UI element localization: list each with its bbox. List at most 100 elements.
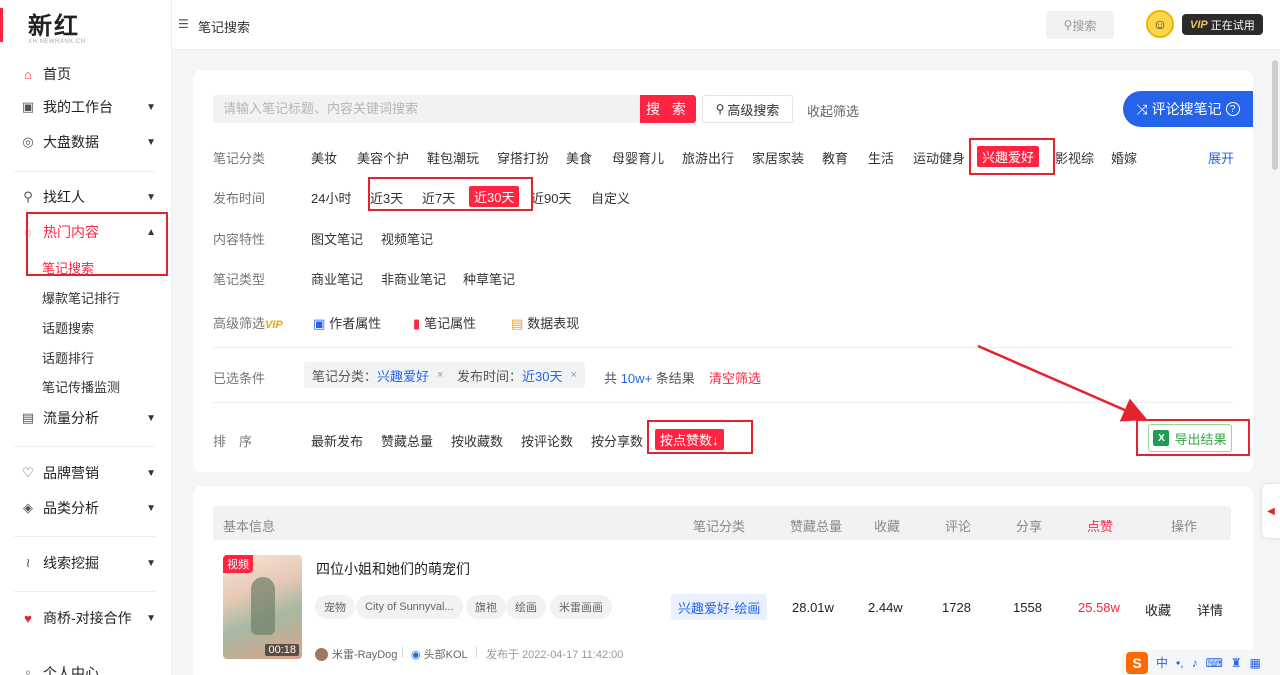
type-option[interactable]: 商业笔记 <box>311 269 363 288</box>
search-button[interactable]: 搜 索 <box>640 95 696 123</box>
sidebar-item-brand[interactable]: ♡ 品牌营销 ▼ <box>20 460 160 486</box>
advanced-filter-label: 高级筛选VIP <box>213 313 283 332</box>
chart-icon: ▤ <box>511 316 524 331</box>
logo[interactable]: 新红 XH.NEWRANK.CN <box>28 6 86 45</box>
chevron-down-icon: ▼ <box>146 101 156 113</box>
advanced-search-button[interactable]: ⚲ 高级搜索 <box>702 95 793 123</box>
sidebar-item-traffic[interactable]: ▤ 流量分析 ▼ <box>20 405 160 431</box>
ime-toolbar[interactable]: S 中 •, ♪ ⌨ ♜ ▦ <box>1122 650 1280 675</box>
divider <box>213 402 1233 403</box>
note-attr-option[interactable]: ▮ 笔记属性 <box>413 313 476 332</box>
category-option[interactable]: 美容个护 <box>357 148 409 167</box>
note-tag[interactable]: 宠物 <box>315 595 355 619</box>
note-tag[interactable]: 米雷画画 <box>550 595 612 619</box>
time-option[interactable]: 近90天 <box>531 188 571 207</box>
category-option[interactable]: 影视综 <box>1055 148 1094 167</box>
column-header[interactable]: 赞藏总量 <box>790 516 842 535</box>
author-info[interactable]: 米雷-RayDog <box>315 646 397 662</box>
category-option[interactable]: 穿搭打扮 <box>497 148 549 167</box>
scrollbar[interactable] <box>1272 60 1278 170</box>
side-collapse-tab[interactable]: ◀ <box>1262 484 1280 538</box>
collapse-filters-link[interactable]: 收起筛选 <box>807 101 859 120</box>
sort-option[interactable]: 按收藏数 <box>451 431 503 450</box>
note-tag[interactable]: 绘画 <box>506 595 546 619</box>
author-icon: ▣ <box>313 316 326 331</box>
sidebar-item-home[interactable]: ⌂ 首页 <box>20 61 160 87</box>
time-option[interactable]: 自定义 <box>591 188 630 207</box>
note-tag[interactable]: 旗袍 <box>466 595 506 619</box>
vip-status-badge[interactable]: VIP 正在试用 <box>1182 14 1263 35</box>
category-option[interactable]: 教育 <box>822 148 848 167</box>
sort-option[interactable]: 赞藏总量 <box>381 431 433 450</box>
sidebar-sub-topic-search[interactable]: 话题搜索 <box>42 318 94 337</box>
category-option[interactable]: 运动健身 <box>913 148 965 167</box>
grid-icon[interactable]: ▦ <box>1250 656 1261 670</box>
note-tag[interactable]: City of Sunnyval... <box>356 595 463 619</box>
data-performance-option[interactable]: ▤ 数据表现 <box>511 313 579 332</box>
time-option[interactable]: 24小时 <box>311 188 351 207</box>
sidebar-item-leads[interactable]: ≀ 线索挖掘 ▼ <box>20 550 160 576</box>
comment-search-label: 评论搜笔记 <box>1151 101 1222 117</box>
author-attr-option[interactable]: ▣ 作者属性 <box>313 313 381 332</box>
selected-chip-category[interactable]: 笔记分类： 兴趣爱好 × <box>304 362 452 388</box>
sort-option[interactable]: 按分享数 <box>591 431 643 450</box>
type-option[interactable]: 非商业笔记 <box>381 269 446 288</box>
ime-lang[interactable]: 中 <box>1156 654 1168 671</box>
category-option[interactable]: 母婴育儿 <box>612 148 664 167</box>
category-tag-icon: ◈ <box>23 500 33 515</box>
sidebar-item-label: 流量分析 <box>43 410 99 426</box>
skin-icon[interactable]: ♜ <box>1231 656 1242 670</box>
help-icon: ? <box>1225 102 1240 116</box>
category-option[interactable]: 旅游出行 <box>682 148 734 167</box>
column-header[interactable]: 收藏 <box>874 516 900 535</box>
keyboard-icon[interactable]: ⌨ <box>1206 656 1223 670</box>
sidebar-item-dashboard[interactable]: ◎ 大盘数据 ▼ <box>20 129 160 155</box>
column-header[interactable]: 评论 <box>945 516 971 535</box>
clear-filters-link[interactable]: 清空筛选 <box>709 368 761 387</box>
feature-option[interactable]: 图文笔记 <box>311 229 363 248</box>
microphone-icon[interactable]: ♪ <box>1192 656 1198 670</box>
divider <box>14 591 156 592</box>
vip-mark: VIP <box>265 319 283 331</box>
sidebar-sub-viral-ranking[interactable]: 爆款笔记排行 <box>42 288 120 307</box>
sidebar-item-find-influencer[interactable]: ⚲ 找红人 ▼ <box>20 184 160 210</box>
feature-option[interactable]: 视频笔记 <box>381 229 433 248</box>
note-search-input[interactable]: 请输入笔记标题、内容关键词搜索 <box>213 95 640 123</box>
category-option[interactable]: 生活 <box>868 148 894 167</box>
category-option[interactable]: 家居家装 <box>752 148 804 167</box>
sidebar-sub-note-monitor[interactable]: 笔记传播监测 <box>42 377 120 396</box>
comment-search-button[interactable]: ⤨ 评论搜笔记 ? <box>1123 91 1253 127</box>
sidebar-item-label: 我的工作台 <box>43 99 113 115</box>
sidebar-sub-topic-ranking[interactable]: 话题排行 <box>42 348 94 367</box>
option-label: 数据表现 <box>527 316 580 331</box>
avatar[interactable]: ☺ <box>1146 10 1174 38</box>
menu-toggle-icon[interactable]: ☰ <box>178 17 189 31</box>
note-thumbnail[interactable]: 视频 00:18 <box>223 555 302 659</box>
detail-action[interactable]: 详情 <box>1197 600 1223 619</box>
collect-action[interactable]: 收藏 <box>1145 600 1171 619</box>
logo-subtext: XH.NEWRANK.CN <box>28 39 86 45</box>
header-search-button[interactable]: ⚲ 搜索 <box>1046 11 1114 39</box>
divider <box>14 536 156 537</box>
category-option[interactable]: 鞋包潮玩 <box>427 148 479 167</box>
sidebar-item-bridge[interactable]: ♥ 商桥-对接合作 ▼ <box>20 605 160 631</box>
close-icon[interactable]: × <box>437 369 443 381</box>
sort-option[interactable]: 最新发布 <box>311 431 363 450</box>
sort-option[interactable]: 按评论数 <box>521 431 573 450</box>
sidebar-item-category[interactable]: ◈ 品类分析 ▼ <box>20 495 160 521</box>
table-header: 基本信息 笔记分类 赞藏总量 收藏 评论 分享 点赞 操作 <box>213 506 1231 540</box>
selected-chip-time[interactable]: 发布时间： 近30天 × <box>449 362 585 388</box>
punctuation-icon[interactable]: •, <box>1176 656 1184 670</box>
chevron-down-icon: ▼ <box>146 612 156 624</box>
category-option[interactable]: 婚嫁 <box>1111 148 1137 167</box>
close-icon[interactable]: × <box>570 369 576 381</box>
note-title[interactable]: 四位小姐和她们的萌宠们 <box>316 559 470 579</box>
expand-categories-link[interactable]: 展开 <box>1208 148 1234 167</box>
column-header-active[interactable]: 点赞 <box>1087 516 1113 535</box>
sidebar-item-profile[interactable]: ♀ 个人中心 <box>20 660 160 675</box>
type-option[interactable]: 种草笔记 <box>463 269 515 288</box>
category-option[interactable]: 美妆 <box>311 148 337 167</box>
column-header[interactable]: 分享 <box>1016 516 1042 535</box>
category-option[interactable]: 美食 <box>566 148 592 167</box>
sidebar-item-workbench[interactable]: ▣ 我的工作台 ▼ <box>20 94 160 120</box>
